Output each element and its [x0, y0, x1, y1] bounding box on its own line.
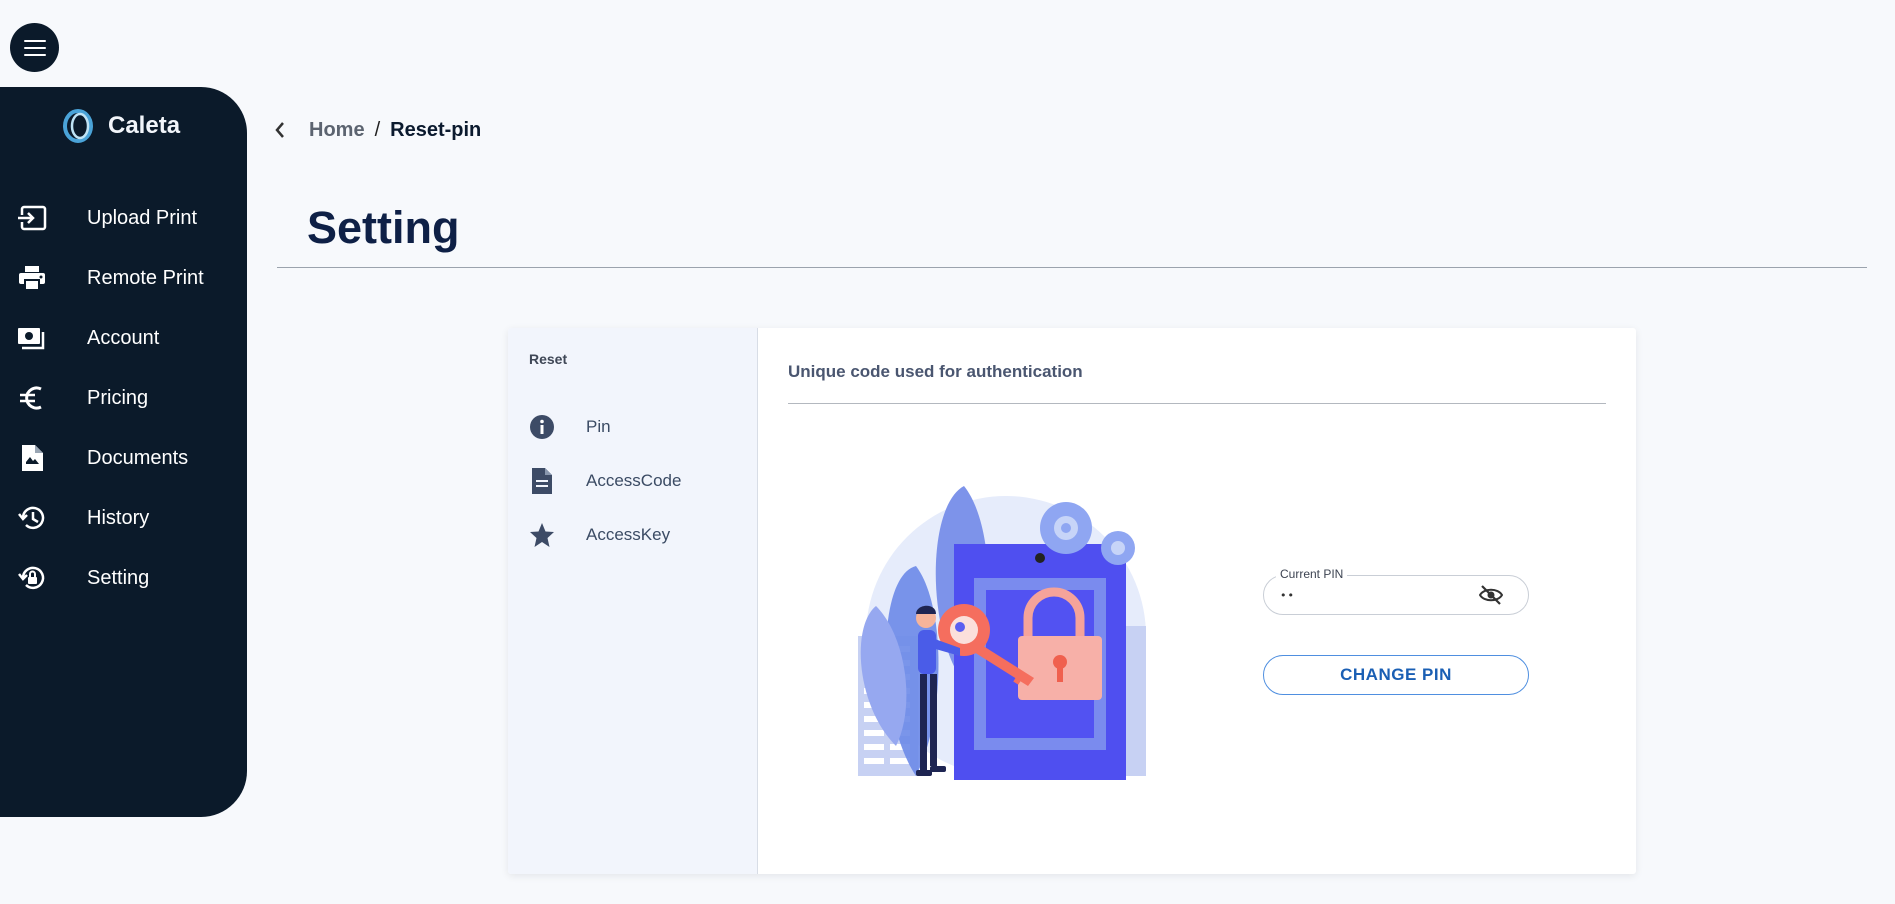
brand[interactable]: Caleta [62, 109, 180, 143]
eye-off-icon[interactable] [1479, 584, 1503, 606]
breadcrumb-separator: / [374, 118, 381, 141]
page-title: Setting [307, 202, 460, 253]
current-pin-label: Current PIN [1276, 567, 1348, 581]
sidebar-item-label: Account [87, 326, 160, 349]
title-divider [277, 267, 1867, 268]
document-lines-icon [528, 467, 556, 495]
reset-item-pin[interactable]: Pin [528, 413, 611, 441]
hamburger-icon [23, 39, 46, 56]
current-pin-field[interactable]: Current PIN [1263, 567, 1529, 615]
sidebar-nav: Upload Print Remote Print Account Pricin… [0, 188, 247, 608]
breadcrumb: Home / Reset-pin [274, 118, 481, 142]
sidebar-item-remote-print[interactable]: Remote Print [0, 248, 247, 308]
sidebar-item-setting[interactable]: Setting [0, 548, 247, 608]
back-chevron-icon[interactable] [274, 118, 294, 142]
sidebar-item-label: Upload Print [87, 206, 198, 229]
caleta-logo-icon [63, 109, 93, 143]
sidebar-item-upload-print[interactable]: Upload Print [0, 188, 247, 248]
change-pin-button[interactable]: CHANGE PIN [1263, 655, 1529, 695]
reset-item-label: Pin [586, 417, 611, 436]
pin-section: Unique code used for authentication Curr… [758, 328, 1636, 874]
sidebar-item-label: History [87, 506, 150, 529]
menu-toggle-button[interactable] [10, 23, 59, 72]
sidebar-item-label: Remote Print [87, 266, 204, 289]
wallet-icon [16, 322, 48, 354]
info-icon [528, 413, 556, 441]
sidebar-item-documents[interactable]: Documents [0, 428, 247, 488]
sidebar-item-label: Documents [87, 446, 189, 469]
sidebar-item-history[interactable]: History [0, 488, 247, 548]
star-icon [528, 521, 556, 549]
setting-lock-icon [16, 562, 48, 594]
upload-icon [16, 202, 48, 234]
reset-card: Reset Pin AccessCode AccessKey Unique co… [508, 328, 1636, 874]
document-icon [16, 442, 48, 474]
breadcrumb-home-link[interactable]: Home [309, 119, 365, 142]
section-divider [788, 403, 1606, 404]
sidebar-item-label: Setting [87, 566, 150, 589]
key-lock-illustration [858, 486, 1146, 780]
reset-item-accesskey[interactable]: AccessKey [528, 521, 670, 549]
sidebar-item-pricing[interactable]: Pricing [0, 368, 247, 428]
reset-item-label: AccessKey [586, 525, 671, 544]
printer-icon [16, 262, 48, 294]
brand-name: Caleta [108, 112, 181, 139]
sidebar-item-account[interactable]: Account [0, 308, 247, 368]
sidebar-item-label: Pricing [87, 386, 149, 409]
breadcrumb-current: Reset-pin [390, 118, 482, 141]
reset-item-accesscode[interactable]: AccessCode [528, 467, 681, 495]
current-pin-input[interactable] [1280, 584, 1470, 606]
reset-side-panel: Reset Pin AccessCode AccessKey [508, 328, 758, 874]
reset-item-label: AccessCode [586, 471, 682, 490]
euro-icon [16, 382, 48, 414]
reset-heading: Reset [529, 351, 568, 367]
sidebar: Caleta Upload Print Remote Print Account… [0, 87, 247, 817]
history-icon [16, 502, 48, 534]
pin-section-heading: Unique code used for authentication [788, 362, 1083, 381]
